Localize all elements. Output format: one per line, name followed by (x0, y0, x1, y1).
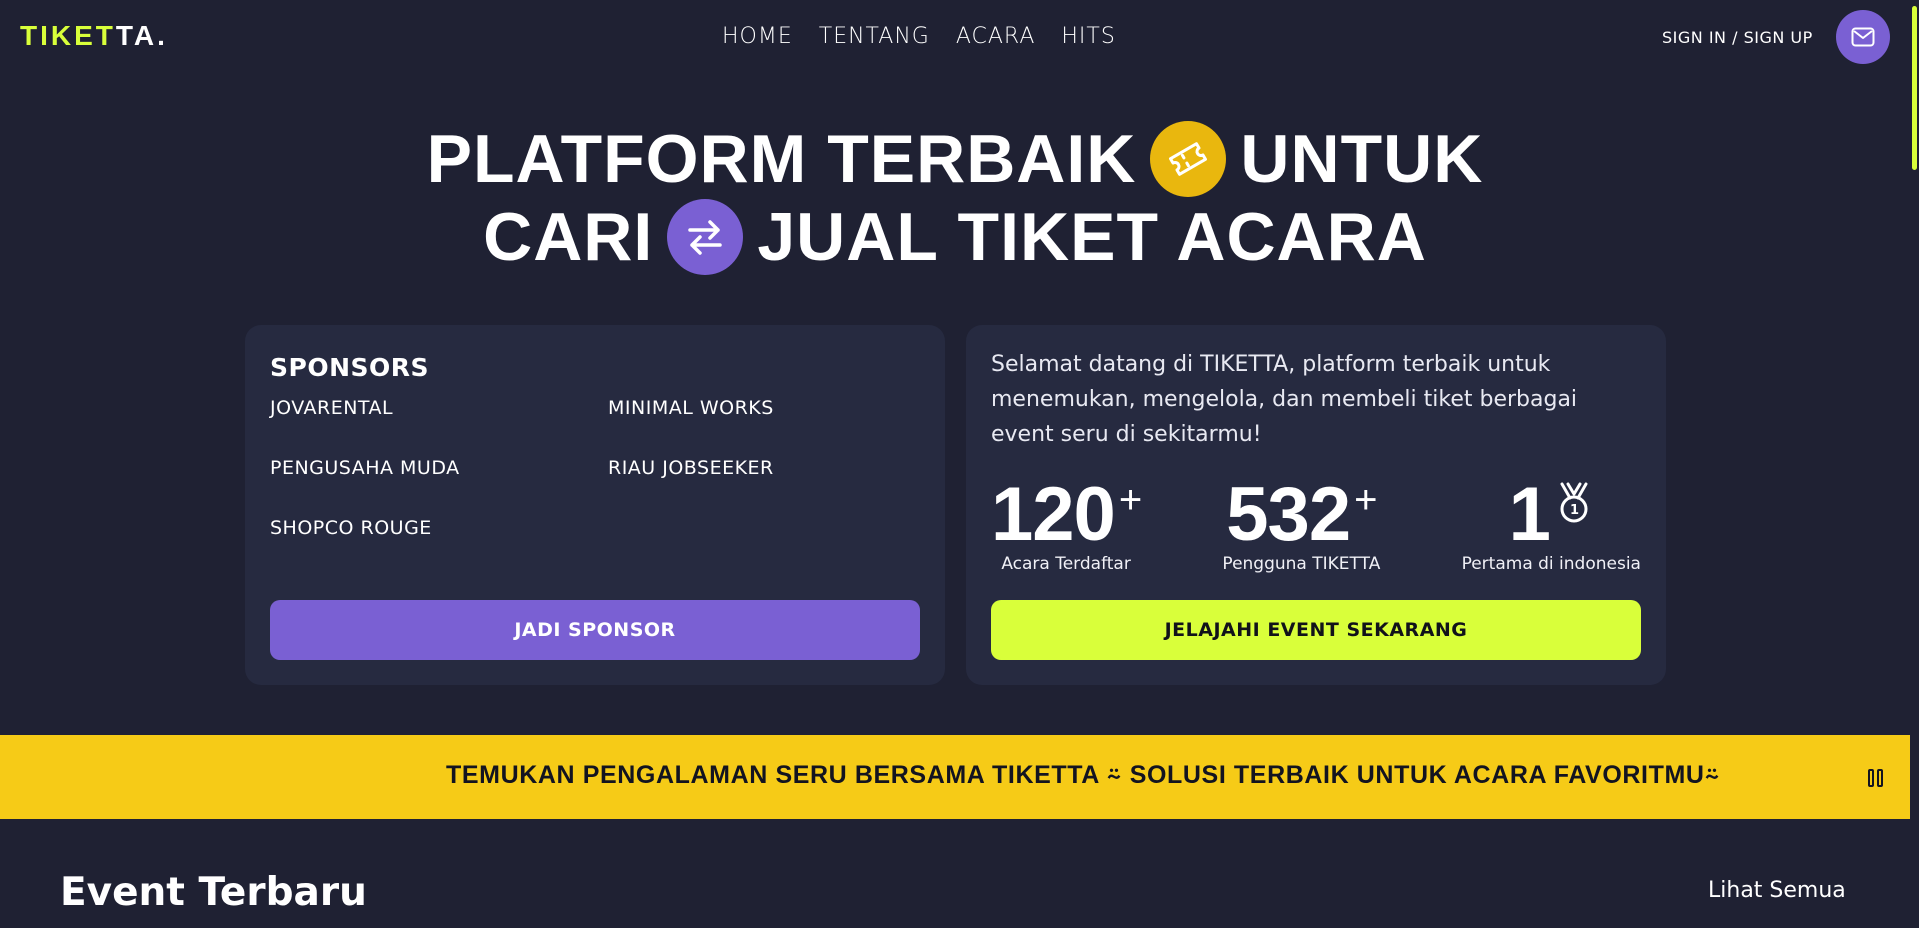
stats-row: 120 + Acara Terdaftar 532 + Pengguna TIKET… (991, 472, 1641, 575)
mail-icon (1851, 27, 1875, 47)
main-menu: HOME TENTANG ACARA HITS (722, 24, 1116, 49)
sponsors-list: JOVARENTAL MINIMAL WORKS PENGUSAHA MUDA … (270, 397, 920, 545)
logo-part-lime: TIKET (20, 20, 116, 51)
sponsor-item: PENGUSAHA MUDA (270, 457, 460, 479)
svg-text:1: 1 (1570, 503, 1579, 518)
section-title: Event Terbaru (60, 870, 367, 915)
stat-number: 532 (1226, 472, 1351, 557)
ticket-icon (1169, 142, 1208, 176)
promo-marquee: TEMUKAN PENGALAMAN SERU BERSAMA TIKETTA … (0, 735, 1910, 819)
become-sponsor-button[interactable]: JADI SPONSOR (270, 600, 920, 660)
hero-text-untuk: UNTUK (1240, 121, 1484, 197)
explore-events-button[interactable]: JELAJAHI EVENT SEKARANG (991, 600, 1641, 660)
sponsors-card: SPONSORS JOVARENTAL MINIMAL WORKS PENGUS… (245, 325, 945, 685)
hero-text-platform: PLATFORM TERBAIK (426, 121, 1137, 197)
stat-number: 120 (991, 472, 1116, 557)
hero-heading: PLATFORM TERBAIK UNTUK CARI JUAL TIKET A… (0, 120, 1910, 276)
stat-label: Pengguna TIKETTA (1222, 554, 1381, 574)
menu-item-tentang[interactable]: TENTANG (819, 24, 930, 49)
stat-label: Acara Terdaftar (1001, 554, 1131, 574)
stat-number: 1 (1508, 472, 1551, 557)
marquee-text: TEMUKAN PENGALAMAN SERU BERSAMA TIKETTA … (446, 761, 1721, 789)
hero-text-jual-tiket: JUAL TIKET ACARA (757, 199, 1427, 275)
stat-events: 120 + Acara Terdaftar (991, 472, 1142, 575)
menu-item-home[interactable]: HOME (722, 24, 793, 49)
stat-users: 532 + Pengguna TIKETTA (1222, 472, 1381, 575)
sponsor-item: MINIMAL WORKS (608, 397, 774, 419)
stat-suffix: + (1118, 478, 1142, 522)
top-navbar: TIKETTA. HOME TENTANG ACARA HITS SIGN IN… (0, 0, 1910, 76)
hero-line-2: CARI JUAL TIKET ACARA (0, 198, 1910, 276)
stat-first: 1 1 Pertama di indonesia (1461, 472, 1641, 575)
sponsor-item: JOVARENTAL (270, 397, 394, 419)
intro-card: Selamat datang di TIKETTA, platform terb… (966, 325, 1666, 685)
menu-item-acara[interactable]: ACARA (956, 24, 1036, 49)
scrollbar[interactable] (1910, 0, 1919, 928)
logo[interactable]: TIKETTA. (20, 20, 168, 52)
mail-button[interactable] (1836, 10, 1890, 64)
sponsor-item: SHOPCO ROUGE (270, 517, 432, 539)
signin-signup-link[interactable]: SIGN IN / SIGN UP (1662, 28, 1813, 47)
hero-line-1: PLATFORM TERBAIK UNTUK (0, 120, 1910, 198)
welcome-text: Selamat datang di TIKETTA, platform terb… (991, 352, 1578, 447)
sponsor-item: RIAU JOBSEEKER (608, 457, 774, 479)
see-all-link[interactable]: Lihat Semua (1708, 878, 1846, 903)
hero-text-cari: CARI (483, 199, 654, 275)
sponsors-title: SPONSORS (270, 353, 430, 382)
stat-label: Pertama di indonesia (1461, 554, 1641, 574)
ticket-badge (1150, 121, 1227, 197)
pause-icon[interactable] (1868, 769, 1888, 787)
landing-page: TIKETTA. HOME TENTANG ACARA HITS SIGN IN… (0, 0, 1910, 928)
swap-badge (667, 199, 744, 275)
medal-icon: 1 (1560, 482, 1588, 523)
swap-arrows-icon (688, 220, 723, 255)
logo-part-white: TA. (115, 20, 168, 51)
scrollbar-thumb[interactable] (1912, 6, 1917, 170)
stat-suffix: + (1354, 478, 1377, 522)
menu-item-hits[interactable]: HITS (1061, 24, 1115, 49)
